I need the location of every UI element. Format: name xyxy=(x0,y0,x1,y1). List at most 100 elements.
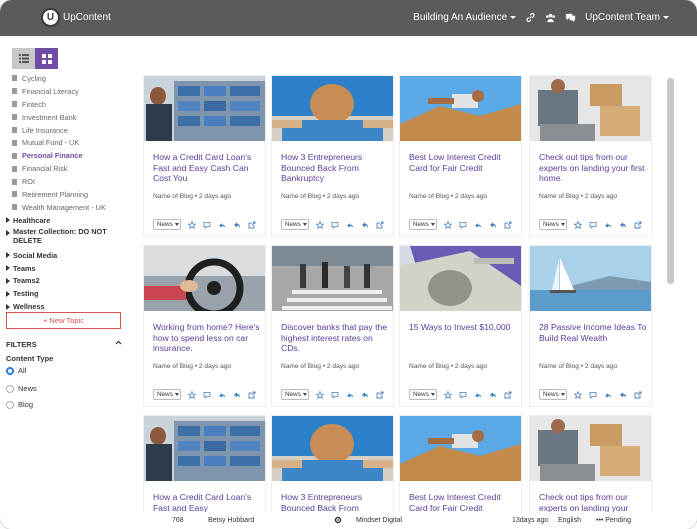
star-icon[interactable] xyxy=(316,390,324,399)
comment-icon[interactable] xyxy=(331,391,339,399)
topic-item[interactable]: Life Insurance xyxy=(6,124,124,137)
content-type-select[interactable]: News xyxy=(539,219,567,230)
share-icon[interactable] xyxy=(233,221,241,229)
external-link-icon[interactable] xyxy=(248,221,256,229)
gear-icon[interactable] xyxy=(334,516,342,524)
grid-view-button[interactable] xyxy=(35,48,58,69)
comment-icon[interactable] xyxy=(589,391,597,399)
article-image-wrap[interactable] xyxy=(530,416,651,481)
content-type-news[interactable]: News xyxy=(6,384,37,393)
article-card[interactable]: Working from home? Here's how to spend l… xyxy=(144,246,265,406)
content-type-select[interactable]: News xyxy=(153,219,181,230)
article-card[interactable]: Best Low Interest Credit Card for Fair C… xyxy=(400,416,521,513)
article-image-wrap[interactable] xyxy=(272,246,393,311)
topic-item[interactable]: Teams xyxy=(6,262,124,275)
article-title[interactable]: Check out tips from our experts on landi… xyxy=(539,152,647,184)
topic-item[interactable]: Investment Bank xyxy=(6,111,124,124)
article-image-wrap[interactable] xyxy=(400,76,521,141)
article-title[interactable]: Best Low Interest Credit Card for Fair C… xyxy=(409,152,517,173)
topic-item[interactable]: Fintech xyxy=(6,98,124,111)
external-link-icon[interactable] xyxy=(376,391,384,399)
article-card[interactable]: How a Credit Card Loan's Fast and Easy C… xyxy=(144,76,265,236)
reply-icon[interactable] xyxy=(218,391,226,399)
list-view-button[interactable] xyxy=(12,48,35,69)
reply-icon[interactable] xyxy=(474,391,482,399)
share-icon[interactable] xyxy=(489,221,497,229)
article-card[interactable]: How 3 Entrepreneurs Bounced Back From xyxy=(272,416,393,513)
reply-icon[interactable] xyxy=(604,391,612,399)
content-type-select[interactable]: News xyxy=(409,389,437,400)
topic-item[interactable]: Financial Literacy xyxy=(6,85,124,98)
topic-item[interactable]: Teams2 xyxy=(6,274,124,287)
topic-item[interactable]: ROI xyxy=(6,175,124,188)
article-card[interactable]: How a Credit Card Loan's Fast and Easy xyxy=(144,416,265,513)
article-card[interactable]: 28 Passive Income Ideas To Build Real We… xyxy=(530,246,651,406)
topic-item[interactable]: Social Media xyxy=(6,249,124,262)
article-card[interactable]: Discover banks that pay the highest inte… xyxy=(272,246,393,406)
star-icon[interactable] xyxy=(316,220,324,229)
article-image-wrap[interactable] xyxy=(144,246,265,311)
share-icon[interactable] xyxy=(489,391,497,399)
content-type-select[interactable]: News xyxy=(409,219,437,230)
topic-item[interactable]: Financial Risk xyxy=(6,162,124,175)
article-image-wrap[interactable] xyxy=(272,76,393,141)
reply-icon[interactable] xyxy=(346,221,354,229)
external-link-icon[interactable] xyxy=(634,391,642,399)
team-dropdown[interactable]: UpContent Team xyxy=(585,12,669,23)
content-type-all[interactable]: All xyxy=(6,366,26,375)
topic-item[interactable]: Retirement Planning xyxy=(6,188,124,201)
topic-item[interactable]: Master Collection: DO NOT DELETE xyxy=(6,227,124,249)
content-type-select[interactable]: News xyxy=(153,389,181,400)
external-link-icon[interactable] xyxy=(504,391,512,399)
article-card[interactable]: How 3 Entrepreneurs Bounced Back From Ba… xyxy=(272,76,393,236)
article-title[interactable]: Check out tips from our experts on landi… xyxy=(539,492,647,513)
reply-icon[interactable] xyxy=(346,391,354,399)
topic-item[interactable]: Testing xyxy=(6,287,124,300)
article-title[interactable]: How a Credit Card Loan's Fast and Easy xyxy=(153,492,261,513)
content-type-select[interactable]: News xyxy=(539,389,567,400)
article-title[interactable]: 28 Passive Income Ideas To Build Real We… xyxy=(539,322,647,343)
article-title[interactable]: Best Low Interest Credit Card for Fair C… xyxy=(409,492,517,513)
article-image-wrap[interactable] xyxy=(530,246,651,311)
star-icon[interactable] xyxy=(444,390,452,399)
content-type-select[interactable]: News xyxy=(281,219,309,230)
comment-icon[interactable] xyxy=(331,221,339,229)
topic-item[interactable]: Wealth Management - UK xyxy=(6,201,124,214)
share-icon[interactable] xyxy=(361,391,369,399)
article-image-wrap[interactable] xyxy=(400,246,521,311)
collection-dropdown[interactable]: Building An Audience xyxy=(413,12,517,23)
comment-icon[interactable] xyxy=(589,221,597,229)
article-card[interactable]: 15 Ways to Invest $10,000 Name of Blog • … xyxy=(400,246,521,406)
article-title[interactable]: Discover banks that pay the highest inte… xyxy=(281,322,389,354)
share-icon[interactable] xyxy=(619,221,627,229)
link-icon[interactable] xyxy=(525,12,536,23)
comment-icon[interactable] xyxy=(459,391,467,399)
article-title[interactable]: How 3 Entrepreneurs Bounced Back From xyxy=(281,492,389,513)
filters-header[interactable]: FILTERS xyxy=(6,340,122,349)
comment-icon[interactable] xyxy=(203,391,211,399)
article-image-wrap[interactable] xyxy=(530,76,651,141)
star-icon[interactable] xyxy=(444,220,452,229)
article-card[interactable]: Best Low Interest Credit Card for Fair C… xyxy=(400,76,521,236)
topic-item[interactable]: Cycling xyxy=(6,72,124,85)
external-link-icon[interactable] xyxy=(634,221,642,229)
app-logo[interactable]: U xyxy=(41,8,60,27)
article-title[interactable]: Working from home? Here's how to spend l… xyxy=(153,322,261,354)
star-icon[interactable] xyxy=(574,220,582,229)
users-icon[interactable] xyxy=(545,12,556,23)
new-topic-button[interactable]: + New Topic xyxy=(6,312,121,329)
reply-icon[interactable] xyxy=(474,221,482,229)
content-type-select[interactable]: News xyxy=(281,389,309,400)
star-icon[interactable] xyxy=(188,220,196,229)
article-image-wrap[interactable] xyxy=(400,416,521,481)
content-type-blog[interactable]: Blog xyxy=(6,400,33,409)
article-card[interactable]: Check out tips from our experts on landi… xyxy=(530,416,651,513)
topic-item[interactable]: Personal Finance xyxy=(6,149,124,162)
reply-icon[interactable] xyxy=(604,221,612,229)
article-card[interactable]: Check out tips from our experts on landi… xyxy=(530,76,651,236)
comment-icon[interactable] xyxy=(203,221,211,229)
external-link-icon[interactable] xyxy=(376,221,384,229)
article-image-wrap[interactable] xyxy=(144,76,265,141)
external-link-icon[interactable] xyxy=(504,221,512,229)
chat-icon[interactable] xyxy=(565,12,576,23)
